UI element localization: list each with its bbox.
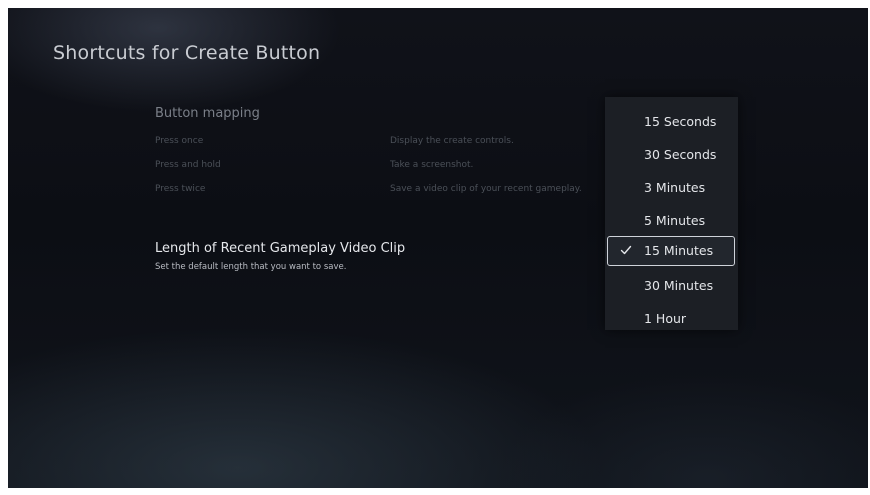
page-title: Shortcuts for Create Button: [53, 42, 321, 64]
option-15-minutes[interactable]: 15 Minutes: [607, 236, 735, 266]
option-30-seconds[interactable]: 30 Seconds: [605, 140, 738, 170]
check-icon: [620, 245, 632, 255]
option-1-hour[interactable]: 1 Hour: [605, 304, 738, 334]
mapping-label: Press twice: [155, 184, 206, 194]
mapping-label: Press and hold: [155, 160, 221, 170]
mapping-row-press-and-hold: Press and hold Take a screenshot.: [155, 160, 615, 178]
clip-length-dropdown: 15 Seconds 30 Seconds 3 Minutes 5 Minute…: [605, 97, 738, 330]
option-label: 5 Minutes: [644, 213, 706, 228]
ps5-settings-screen: Shortcuts for Create Button Button mappi…: [8, 8, 868, 488]
option-label: 30 Seconds: [644, 147, 717, 162]
button-mapping-heading: Button mapping: [155, 106, 260, 121]
option-15-seconds[interactable]: 15 Seconds: [605, 107, 738, 137]
clip-length-setting-title[interactable]: Length of Recent Gameplay Video Clip: [155, 241, 405, 256]
clip-length-setting-description: Set the default length that you want to …: [155, 262, 347, 272]
option-label: 15 Seconds: [644, 114, 717, 129]
mapping-label: Press once: [155, 136, 204, 146]
mapping-value: Save a video clip of your recent gamepla…: [390, 184, 582, 194]
option-label: 1 Hour: [644, 311, 687, 326]
option-label: 15 Minutes: [644, 243, 714, 258]
option-3-minutes[interactable]: 3 Minutes: [605, 173, 738, 203]
option-30-minutes[interactable]: 30 Minutes: [605, 271, 738, 301]
mapping-value: Display the create controls.: [390, 136, 514, 146]
option-label: 3 Minutes: [644, 180, 706, 195]
mapping-row-press-once: Press once Display the create controls.: [155, 136, 615, 154]
mapping-value: Take a screenshot.: [390, 160, 474, 170]
option-label: 30 Minutes: [644, 278, 714, 293]
option-5-minutes[interactable]: 5 Minutes: [605, 206, 738, 236]
mapping-row-press-twice: Press twice Save a video clip of your re…: [155, 184, 615, 202]
